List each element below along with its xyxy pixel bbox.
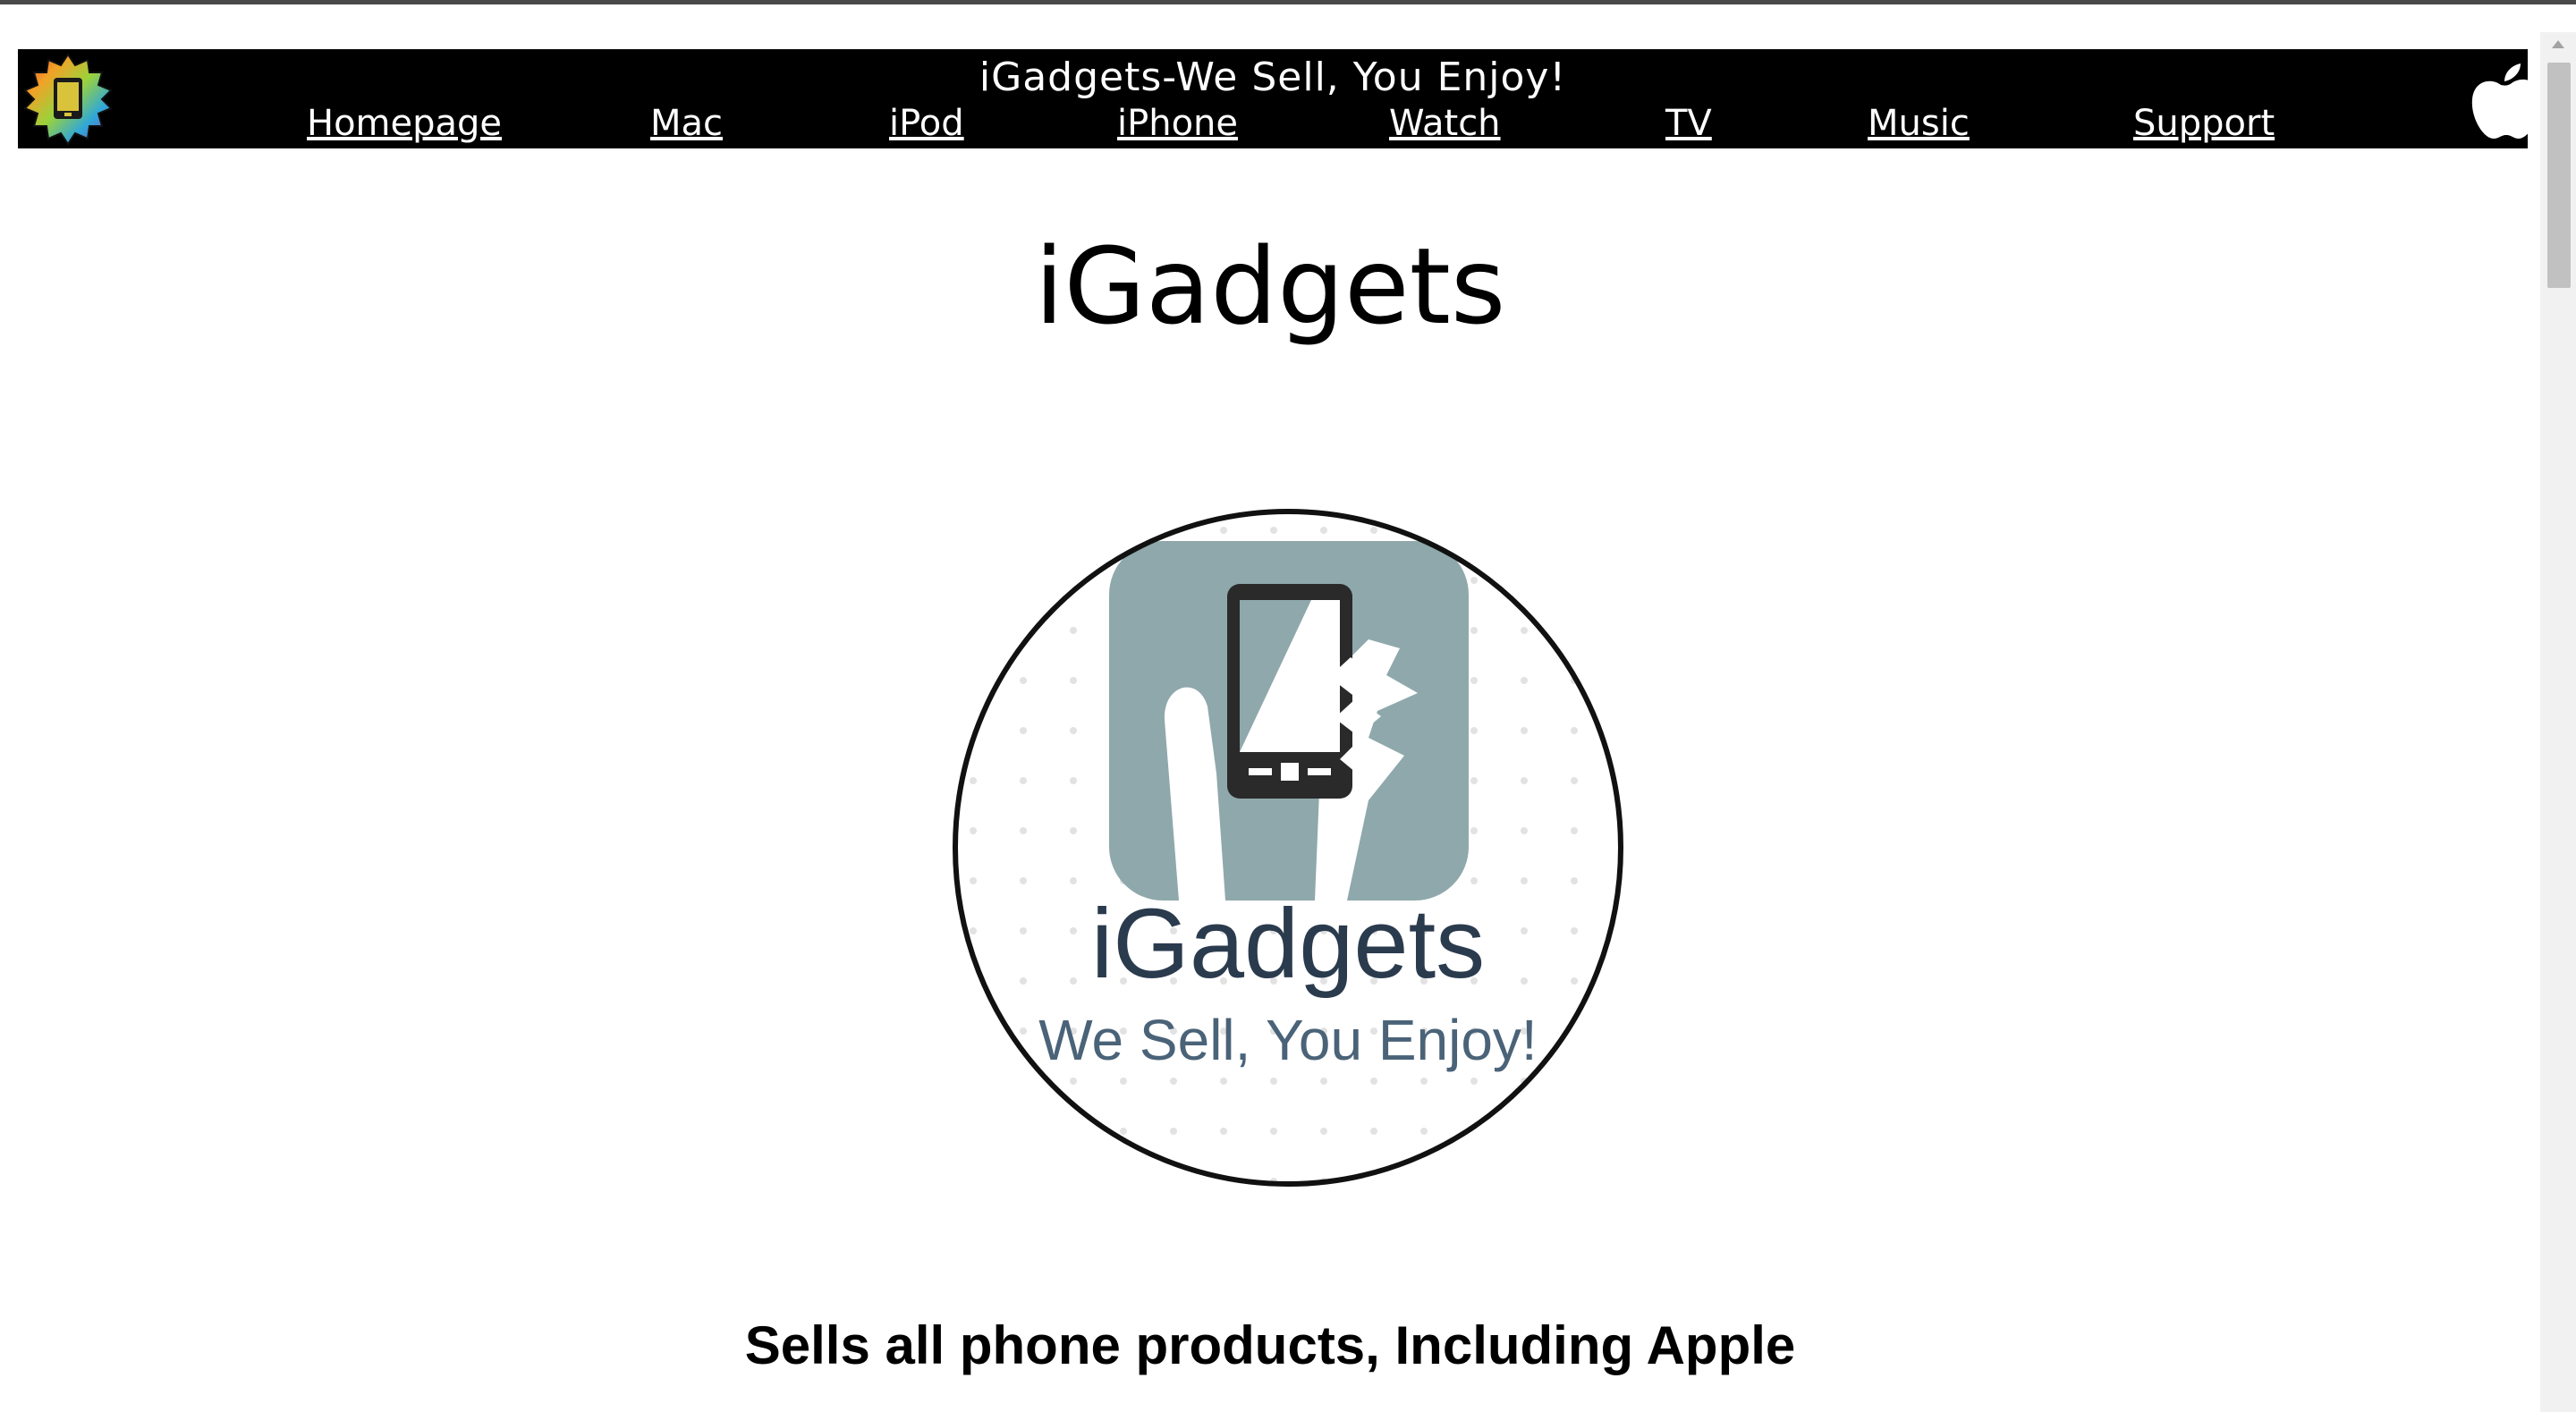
navbar: iGadgets-We Sell, You Enjoy! Homepage Ma… bbox=[18, 49, 2528, 148]
tagline: Sells all phone products, Including Appl… bbox=[744, 1315, 1796, 1375]
nav-link-iphone[interactable]: iPhone bbox=[1117, 99, 1238, 148]
main-nav: Homepage Mac iPod iPhone Watch TV Music … bbox=[18, 99, 2528, 148]
nav-link-watch[interactable]: Watch bbox=[1389, 99, 1501, 148]
scroll-up-arrow-icon[interactable] bbox=[2540, 32, 2576, 57]
nav-link-ipod[interactable]: iPod bbox=[889, 99, 964, 148]
nav-link-music[interactable]: Music bbox=[1868, 99, 1970, 148]
nav-link-support[interactable]: Support bbox=[2133, 99, 2275, 148]
nav-link-homepage[interactable]: Homepage bbox=[307, 99, 502, 148]
browser-top-border bbox=[0, 0, 2576, 4]
apple-icon[interactable] bbox=[2465, 62, 2528, 142]
nav-link-tv[interactable]: TV bbox=[1665, 99, 1712, 148]
logo-slogan-text: We Sell, You Enjoy! bbox=[1038, 1008, 1537, 1072]
page-title: iGadgets bbox=[1034, 224, 1506, 348]
igadgets-logo: iGadgets We Sell, You Enjoy! bbox=[953, 509, 1623, 1187]
site-header-title: iGadgets-We Sell, You Enjoy! bbox=[979, 55, 1567, 100]
hand-phone-icon bbox=[1109, 541, 1469, 900]
logo-brand-text: iGadgets bbox=[1091, 889, 1485, 999]
scrollbar-thumb[interactable] bbox=[2547, 63, 2571, 288]
nav-link-mac[interactable]: Mac bbox=[650, 99, 723, 148]
